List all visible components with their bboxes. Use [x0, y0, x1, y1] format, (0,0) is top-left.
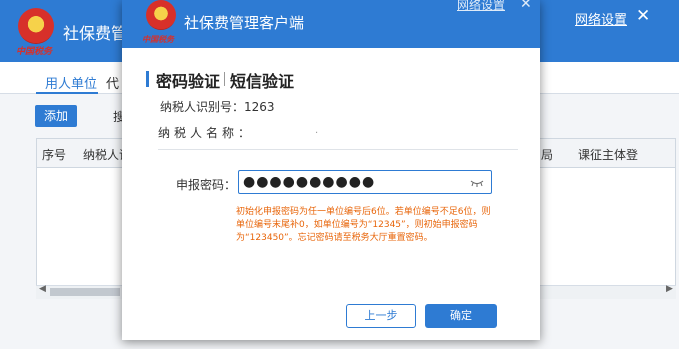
divider: [158, 149, 518, 150]
network-settings-link[interactable]: 网络设置: [457, 0, 505, 13]
col-header-subject: 课征主体登: [578, 148, 639, 162]
section-marker: [146, 71, 149, 87]
tab-separator: [224, 72, 225, 86]
tab-sms-verify[interactable]: 短信验证: [230, 68, 294, 92]
emblem-icon: [18, 8, 54, 44]
tab-agent[interactable]: 代: [106, 73, 119, 92]
scroll-left-icon[interactable]: ◀: [39, 284, 46, 294]
dialog-title: 社保费管理客户端: [184, 14, 305, 32]
emblem-icon: [146, 0, 176, 30]
add-button[interactable]: 添加: [35, 105, 77, 127]
eye-closed-icon[interactable]: [470, 179, 484, 187]
close-icon[interactable]: ✕: [636, 6, 650, 26]
scroll-right-icon[interactable]: ▶: [666, 284, 673, 294]
scrollbar-thumb[interactable]: [50, 288, 120, 296]
seal-text: 中国税务: [142, 35, 174, 44]
verify-dialog: 中国税务 社保费管理客户端 网络设置 ✕ 密码验证 短信验证 纳税人识别号：12…: [122, 0, 540, 340]
col-header-bureau: 局: [541, 148, 554, 162]
active-tab-indicator: [36, 92, 98, 94]
col-header-index: 序号: [42, 148, 67, 162]
confirm-button[interactable]: 确定: [425, 304, 497, 328]
password-hint: 初始化申报密码为任一单位编号后6位。若单位编号不足6位，则单位编号末尾补0，如单…: [236, 207, 491, 243]
taxpayer-name: 纳税人名称：: [158, 126, 255, 140]
tab-employer[interactable]: 用人单位: [45, 73, 97, 92]
password-input[interactable]: ●●●●●●●●●●: [238, 170, 492, 194]
taxpayer-name-mark: ·: [315, 128, 319, 139]
network-settings-link[interactable]: 网络设置: [575, 9, 627, 28]
seal-text: 中国税务: [16, 47, 53, 57]
taxpayer-id: 纳税人识别号：1263: [160, 100, 275, 114]
password-label: 申报密码：: [176, 178, 237, 192]
close-icon[interactable]: ✕: [520, 0, 532, 12]
prev-step-button[interactable]: 上一步: [346, 304, 416, 328]
tab-password-verify[interactable]: 密码验证: [156, 68, 220, 92]
